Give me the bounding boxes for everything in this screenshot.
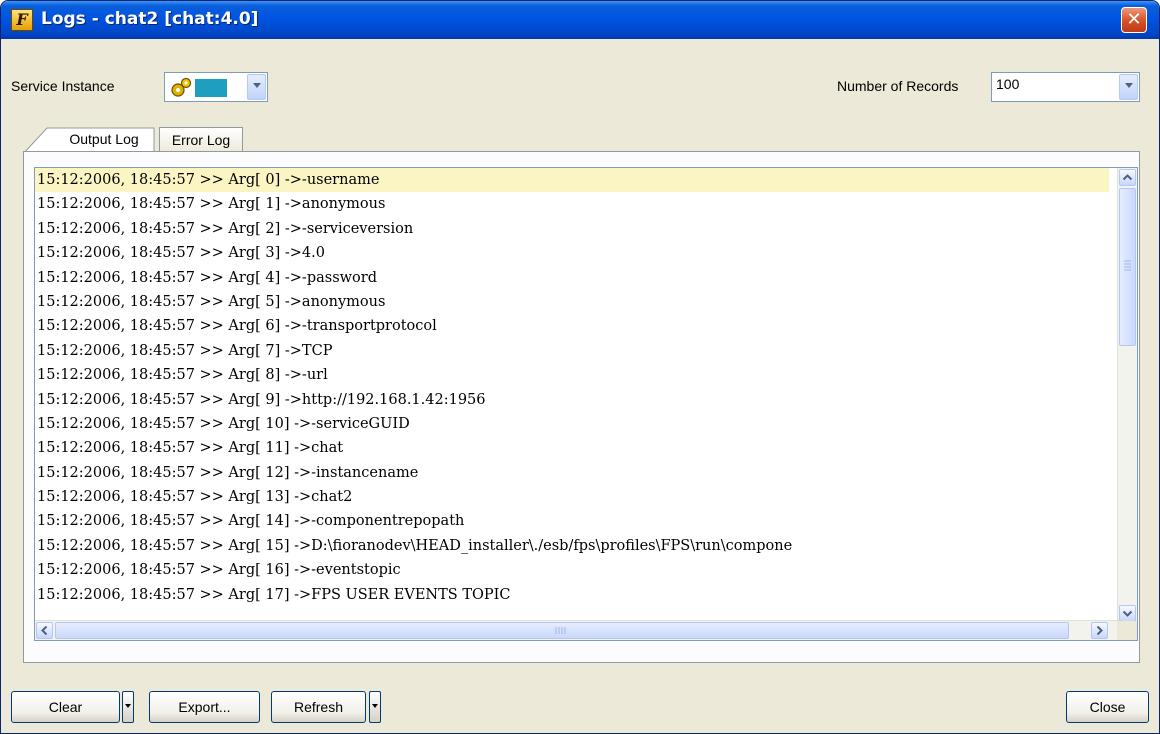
log-line[interactable]: 15:12:2006, 18:45:57 >> Arg[ 7] ->TCP: [35, 339, 1109, 363]
clear-button[interactable]: Clear: [11, 691, 120, 723]
service-instance-select[interactable]: [164, 72, 268, 102]
close-window-button[interactable]: ✕: [1121, 7, 1147, 33]
selected-instance-highlight: [195, 79, 227, 97]
scrollbar-corner: [1117, 621, 1137, 640]
scroll-right-button[interactable]: [1091, 622, 1108, 639]
log-line[interactable]: 15:12:2006, 18:45:57 >> Arg[ 11] ->chat: [35, 436, 1109, 460]
window-title: Logs - chat2 [chat:4.0]: [41, 9, 259, 29]
number-of-records-label: Number of Records: [837, 78, 959, 94]
log-line[interactable]: 15:12:2006, 18:45:57 >> Arg[ 17] ->FPS U…: [35, 583, 1109, 607]
chevron-right-icon: [1096, 625, 1103, 636]
grip-icon: [555, 627, 566, 634]
log-line[interactable]: 15:12:2006, 18:45:57 >> Arg[ 14] ->-comp…: [35, 509, 1109, 533]
close-button[interactable]: Close: [1066, 691, 1149, 723]
gear-icon: [171, 77, 192, 97]
vertical-scroll-thumb[interactable]: [1119, 188, 1136, 346]
tab-error-log[interactable]: Error Log: [159, 127, 243, 153]
log-output-area[interactable]: 15:12:2006, 18:45:57 >> Arg[ 0] ->-usern…: [34, 167, 1138, 641]
app-icon: F: [11, 9, 33, 31]
chevron-down-icon[interactable]: [247, 74, 266, 100]
number-of-records-value: 100: [996, 76, 1020, 92]
chevron-left-icon: [41, 625, 48, 636]
scroll-down-button[interactable]: [1119, 605, 1136, 622]
chevron-up-icon: [1122, 174, 1133, 181]
log-line[interactable]: 15:12:2006, 18:45:57 >> Arg[ 12] ->-inst…: [35, 461, 1109, 485]
vertical-scrollbar[interactable]: [1117, 168, 1137, 623]
title-bar[interactable]: F Logs - chat2 [chat:4.0] ✕: [1, 1, 1159, 39]
log-line[interactable]: 15:12:2006, 18:45:57 >> Arg[ 9] ->http:/…: [35, 388, 1109, 412]
log-line[interactable]: 15:12:2006, 18:45:57 >> Arg[ 0] ->-usern…: [35, 168, 1109, 193]
clear-options-button[interactable]: [122, 691, 134, 723]
export-button[interactable]: Export...: [149, 691, 260, 723]
grip-icon: [1124, 260, 1131, 271]
log-line[interactable]: 15:12:2006, 18:45:57 >> Arg[ 6] ->-trans…: [35, 314, 1109, 338]
refresh-button[interactable]: Refresh: [271, 691, 366, 723]
scroll-left-button[interactable]: [36, 622, 53, 639]
horizontal-scroll-thumb[interactable]: [55, 622, 1069, 639]
log-line[interactable]: 15:12:2006, 18:45:57 >> Arg[ 15] ->D:\fi…: [35, 534, 1109, 558]
number-of-records-select[interactable]: 100: [991, 72, 1140, 102]
logs-window: F Logs - chat2 [chat:4.0] ✕ Service Inst…: [0, 0, 1160, 734]
log-line[interactable]: 15:12:2006, 18:45:57 >> Arg[ 3] ->4.0: [35, 241, 1109, 265]
horizontal-scrollbar[interactable]: [35, 620, 1119, 640]
log-line[interactable]: 15:12:2006, 18:45:57 >> Arg[ 8] ->-url: [35, 363, 1109, 387]
log-lines: 15:12:2006, 18:45:57 >> Arg[ 0] ->-usern…: [35, 168, 1109, 623]
log-line[interactable]: 15:12:2006, 18:45:57 >> Arg[ 2] ->-servi…: [35, 217, 1109, 241]
chevron-down-icon: [1122, 610, 1133, 617]
service-instance-label: Service Instance: [11, 78, 115, 94]
tab-output-log[interactable]: Output Log: [53, 127, 155, 153]
log-line[interactable]: 15:12:2006, 18:45:57 >> Arg[ 5] ->anonym…: [35, 290, 1109, 314]
log-line[interactable]: 15:12:2006, 18:45:57 >> Arg[ 1] ->anonym…: [35, 192, 1109, 216]
log-line[interactable]: 15:12:2006, 18:45:57 >> Arg[ 4] ->-passw…: [35, 266, 1109, 290]
refresh-options-button[interactable]: [369, 691, 381, 723]
log-line[interactable]: 15:12:2006, 18:45:57 >> Arg[ 16] ->-even…: [35, 558, 1109, 582]
log-line[interactable]: 15:12:2006, 18:45:57 >> Arg[ 10] ->-serv…: [35, 412, 1109, 436]
scroll-up-button[interactable]: [1119, 169, 1136, 186]
chevron-down-icon[interactable]: [1119, 74, 1138, 100]
log-line[interactable]: 15:12:2006, 18:45:57 >> Arg[ 13] ->chat2: [35, 485, 1109, 509]
